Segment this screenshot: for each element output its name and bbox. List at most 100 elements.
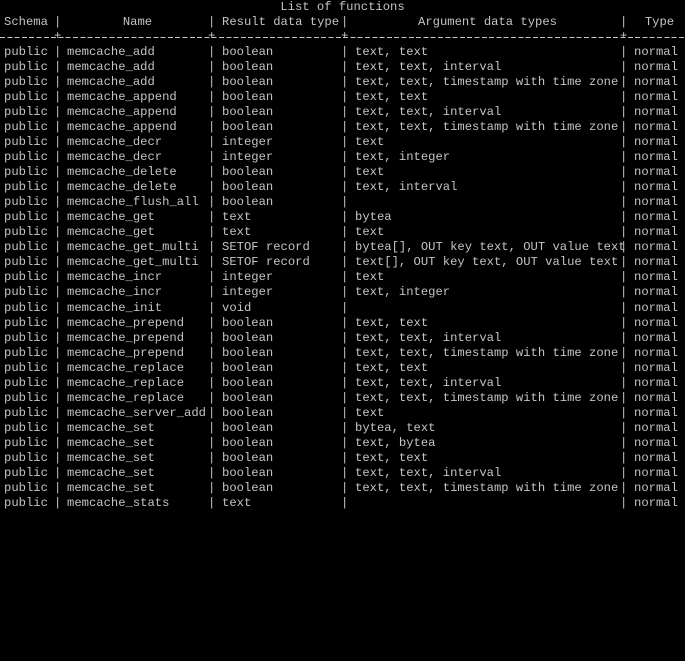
column-divider: | xyxy=(341,435,349,450)
cell-result-type: boolean xyxy=(222,390,274,405)
table-row: public | memcache_prepend | boolean | te… xyxy=(0,346,685,361)
table-row: public | memcache_decr | integer | text … xyxy=(0,135,685,150)
table-row: public | memcache_set | boolean | bytea,… xyxy=(0,421,685,436)
column-divider: | xyxy=(341,375,349,390)
column-divider: | xyxy=(341,150,349,165)
column-divider: | xyxy=(208,180,216,195)
cell-schema: public xyxy=(4,405,48,420)
column-divider: | xyxy=(620,405,628,420)
column-divider: | xyxy=(620,435,628,450)
column-divider: | xyxy=(208,195,216,210)
table-row: public | memcache_replace | boolean | te… xyxy=(0,391,685,406)
column-divider: | xyxy=(620,120,628,135)
cell-name: memcache_stats xyxy=(67,495,170,510)
column-divider: | xyxy=(620,165,628,180)
cell-name: memcache_get_multi xyxy=(67,255,199,270)
cell-schema: public xyxy=(4,435,48,450)
column-divider: | xyxy=(208,285,216,300)
column-divider: | xyxy=(620,315,628,330)
cell-name: memcache_append xyxy=(67,105,177,120)
cell-argument-types: text, text xyxy=(355,450,429,465)
cell-type: normal xyxy=(634,240,678,255)
column-divider: | xyxy=(54,330,62,345)
table-row: public | memcache_incr | integer | text,… xyxy=(0,285,685,300)
cell-schema: public xyxy=(4,285,48,300)
cell-argument-types: text, text xyxy=(355,90,429,105)
column-divider: | xyxy=(54,480,62,495)
column-divider: | xyxy=(620,465,628,480)
cell-argument-types: text, text xyxy=(355,360,429,375)
header-schema: Schema xyxy=(4,15,48,29)
column-divider: | xyxy=(341,480,349,495)
cell-argument-types: bytea[], OUT key text, OUT value text xyxy=(355,240,626,255)
cell-result-type: boolean xyxy=(222,465,274,480)
column-divider: | xyxy=(341,60,349,75)
cell-schema: public xyxy=(4,480,48,495)
cell-type: normal xyxy=(634,450,678,465)
cell-type: normal xyxy=(634,390,678,405)
cell-result-type: boolean xyxy=(222,75,274,90)
cell-result-type: boolean xyxy=(222,330,274,345)
cell-schema: public xyxy=(4,330,48,345)
column-divider: | xyxy=(54,75,62,90)
cell-type: normal xyxy=(634,285,678,300)
column-divider: | xyxy=(208,345,216,360)
cell-type: normal xyxy=(634,435,678,450)
cell-name: memcache_incr xyxy=(67,285,163,300)
cell-type: normal xyxy=(634,120,678,135)
table-row: public | memcache_get | text | bytea | n… xyxy=(0,210,685,225)
column-divider: | xyxy=(54,150,62,165)
column-divider: | xyxy=(620,240,628,255)
column-divider: | xyxy=(208,300,216,315)
table-row: public | memcache_set | boolean | text, … xyxy=(0,451,685,466)
cell-argument-types: text, interval xyxy=(355,180,458,195)
table-row: public | memcache_set | boolean | text, … xyxy=(0,481,685,496)
cell-result-type: boolean xyxy=(222,480,274,495)
cell-name: memcache_set xyxy=(67,435,155,450)
cell-argument-types: text, bytea xyxy=(355,435,436,450)
column-divider: | xyxy=(620,300,628,315)
table-row: public | memcache_server_add | boolean |… xyxy=(0,406,685,421)
column-divider: | xyxy=(208,255,216,270)
column-divider: | xyxy=(208,375,216,390)
table-row: public | memcache_decr | integer | text,… xyxy=(0,150,685,165)
column-divider: | xyxy=(208,495,216,510)
column-divider: | xyxy=(341,360,349,375)
column-divider: | xyxy=(341,210,349,225)
cell-name: memcache_decr xyxy=(67,150,163,165)
cell-argument-types: text, text xyxy=(355,315,429,330)
column-divider: | xyxy=(54,360,62,375)
table-row: public | memcache_add | boolean | text, … xyxy=(0,75,685,90)
cell-schema: public xyxy=(4,420,48,435)
column-divider: | xyxy=(208,330,216,345)
cell-type: normal xyxy=(634,225,678,240)
cell-result-type: void xyxy=(222,300,252,315)
cell-schema: public xyxy=(4,210,48,225)
cell-name: memcache_get_multi xyxy=(67,240,199,255)
column-divider: | xyxy=(620,75,628,90)
column-divider: | xyxy=(208,165,216,180)
cell-schema: public xyxy=(4,240,48,255)
column-divider: | xyxy=(341,300,349,315)
cell-argument-types: text xyxy=(355,135,385,150)
header-result-type: Result data type xyxy=(222,15,340,29)
cell-name: memcache_get xyxy=(67,225,155,240)
cell-schema: public xyxy=(4,165,48,180)
table-row: public | memcache_append | boolean | tex… xyxy=(0,105,685,120)
cell-name: memcache_replace xyxy=(67,375,185,390)
column-divider: | xyxy=(54,315,62,330)
cell-schema: public xyxy=(4,375,48,390)
table-row: public | memcache_append | boolean | tex… xyxy=(0,120,685,135)
cell-argument-types: text[], OUT key text, OUT value text xyxy=(355,255,619,270)
column-divider: | xyxy=(620,105,628,120)
cell-type: normal xyxy=(634,75,678,90)
column-divider: | xyxy=(54,465,62,480)
column-divider: | xyxy=(54,135,62,150)
column-divider: | xyxy=(620,135,628,150)
cell-type: normal xyxy=(634,360,678,375)
column-divider: | xyxy=(208,120,216,135)
cell-type: normal xyxy=(634,480,678,495)
cell-name: memcache_delete xyxy=(67,165,177,180)
cell-type: normal xyxy=(634,180,678,195)
cell-name: memcache_set xyxy=(67,465,155,480)
